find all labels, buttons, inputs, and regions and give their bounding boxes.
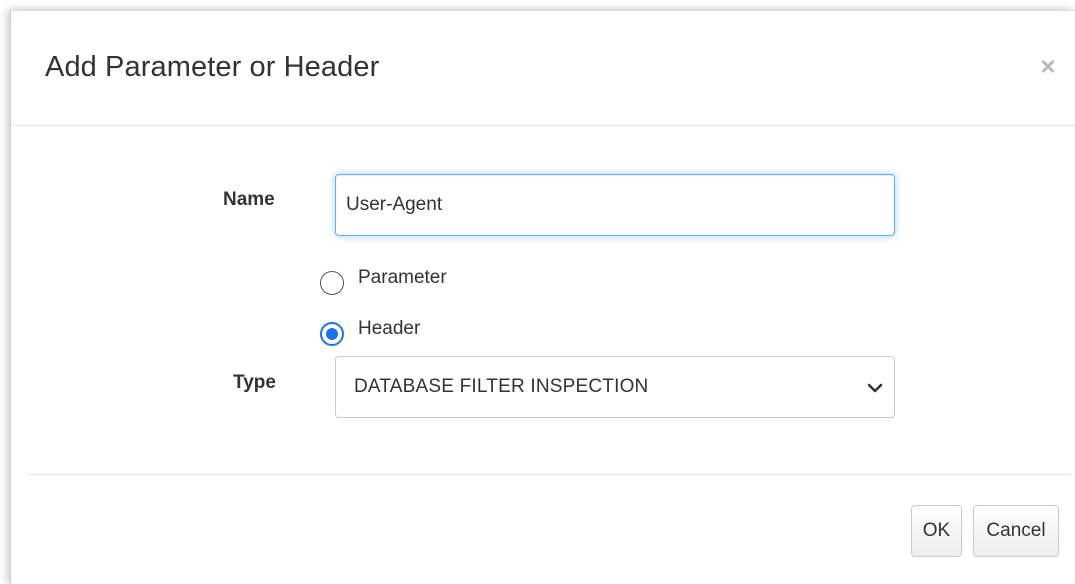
cancel-button[interactable]: Cancel xyxy=(973,505,1059,557)
parameter-radio-label: Parameter xyxy=(358,267,447,288)
name-input[interactable] xyxy=(335,174,895,236)
header-radio[interactable] xyxy=(320,322,344,346)
close-icon[interactable]: × xyxy=(1031,49,1065,83)
name-label: Name xyxy=(223,189,275,210)
type-select[interactable]: DATABASE FILTER INSPECTION xyxy=(335,356,895,418)
dialog-title: Add Parameter or Header xyxy=(45,51,380,83)
dialog-header: Add Parameter or Header × xyxy=(11,11,1075,126)
footer-divider xyxy=(29,474,1071,475)
type-label: Type xyxy=(233,372,276,393)
parameter-radio[interactable] xyxy=(320,271,344,295)
add-parameter-dialog: Add Parameter or Header × Name Parameter… xyxy=(10,10,1075,584)
parameter-radio-option[interactable]: Parameter xyxy=(320,261,447,295)
header-radio-label: Header xyxy=(358,318,421,339)
header-radio-option[interactable]: Header xyxy=(320,312,420,346)
chevron-down-icon xyxy=(867,383,883,393)
page-background: Add Parameter or Header × Name Parameter… xyxy=(0,0,1075,584)
ok-button[interactable]: OK xyxy=(911,505,962,557)
type-select-value: DATABASE FILTER INSPECTION xyxy=(354,376,649,397)
